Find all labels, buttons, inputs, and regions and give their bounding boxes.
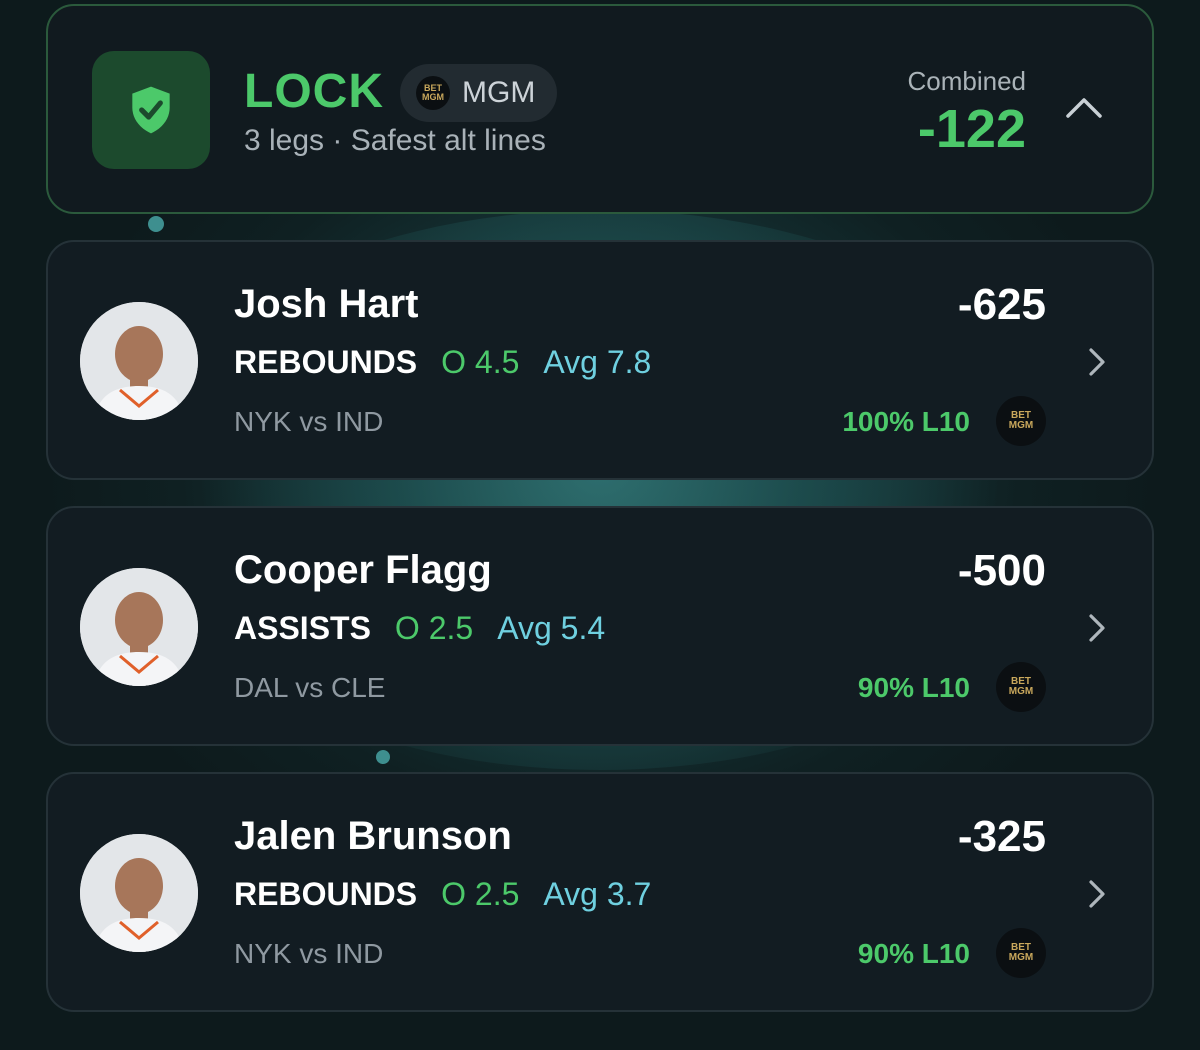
matchup: DAL vs CLE [234, 672, 386, 703]
prop-row: REBOUNDS O 4.5 Avg 7.8 [234, 344, 651, 381]
betmgm-logo: BET MGM [416, 76, 450, 110]
betmgm-logo: BET MGM [996, 396, 1046, 446]
chevron-up-icon[interactable] [1064, 92, 1104, 127]
prop-line: O 2.5 [394, 610, 474, 646]
player-avatar [80, 834, 198, 952]
sportsbook-badge: BET MGM MGM [400, 64, 558, 122]
leg-odds: -625 [957, 280, 1046, 329]
parlay-header-card[interactable]: LOCK BET MGM MGM 3 legs · Safest alt line… [46, 4, 1154, 214]
leg-odds: -325 [957, 812, 1046, 861]
prop-row: REBOUNDS O 2.5 Avg 3.7 [234, 876, 651, 913]
hit-rate: 90% L10 [857, 938, 970, 969]
matchup: NYK vs IND [234, 406, 384, 437]
prop-average: Avg 7.8 [543, 344, 652, 380]
parlay-subtitle: 3 legs · Safest alt lines [244, 124, 546, 157]
stat-type: REBOUNDS [234, 876, 418, 912]
betmgm-logo: BET MGM [996, 928, 1046, 978]
chevron-right-icon[interactable] [1086, 346, 1108, 383]
combined-odds: -122 [917, 99, 1026, 159]
stat-type: ASSISTS [234, 610, 371, 646]
betmgm-logo: BET MGM [996, 662, 1046, 712]
chevron-right-icon[interactable] [1086, 878, 1108, 915]
decor-dot [376, 750, 390, 764]
sportsbook-name: MGM [462, 76, 536, 109]
prop-average: Avg 5.4 [497, 610, 606, 646]
shield-check-icon [92, 51, 210, 169]
player-name: Jalen Brunson [234, 814, 512, 858]
hit-rate: 100% L10 [842, 406, 970, 437]
chevron-right-icon[interactable] [1086, 612, 1108, 649]
player-avatar [80, 302, 198, 420]
stat-type: REBOUNDS [234, 344, 418, 380]
leg-card-3[interactable]: Jalen Brunson REBOUNDS O 2.5 Avg 3.7 NYK… [46, 772, 1154, 1012]
hit-rate: 90% L10 [857, 672, 970, 703]
leg-odds: -500 [957, 546, 1046, 595]
player-avatar [80, 568, 198, 686]
player-name: Cooper Flagg [234, 548, 492, 592]
parlay-title: LOCK [244, 65, 384, 118]
decor-dot [148, 216, 164, 232]
player-name: Josh Hart [234, 282, 419, 326]
combined-label: Combined [907, 66, 1026, 96]
prop-line: O 4.5 [441, 344, 520, 380]
leg-card-1[interactable]: Josh Hart REBOUNDS O 4.5 Avg 7.8 NYK vs … [46, 240, 1154, 480]
prop-row: ASSISTS O 2.5 Avg 5.4 [234, 610, 605, 647]
prop-line: O 2.5 [441, 876, 520, 912]
leg-card-2[interactable]: Cooper Flagg ASSISTS O 2.5 Avg 5.4 DAL v… [46, 506, 1154, 746]
matchup: NYK vs IND [234, 938, 384, 969]
prop-average: Avg 3.7 [543, 876, 652, 912]
